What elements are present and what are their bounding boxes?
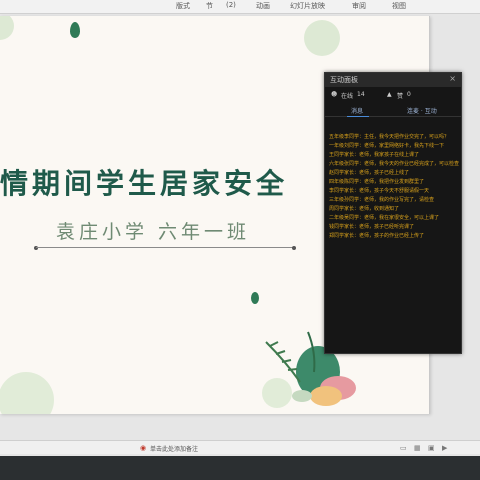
decor-circle-top-left xyxy=(0,16,14,40)
message-item: 六年级张同学：老师，我今天的作业已经完成了，可以检查 xyxy=(329,161,460,167)
decor-circle-top-right xyxy=(304,20,340,56)
user-icon: ☻ xyxy=(331,91,338,98)
message-item: 四年级陈同学：老师，我把作业发到群里了 xyxy=(329,179,425,185)
notes-button[interactable]: 单击此处添加备注 xyxy=(150,444,198,453)
message-item: 二年级吴同学：老师，我在家很安全，可以上课了 xyxy=(329,215,440,221)
tab-messages[interactable]: 消息 xyxy=(351,106,363,115)
interaction-panel: 互动面板 × ☻ 在线 14 ▲ 赞 0 消息 连麦 · 互动 五年级李同学：主… xyxy=(324,72,462,354)
ribbon-tab-view[interactable]: 视图 xyxy=(392,1,406,11)
ribbon-tab-slideshow[interactable]: 幻灯片放映 xyxy=(290,1,325,11)
online-label: 在线 xyxy=(341,93,354,100)
message-item: 李同学家长：老师，孩子今天不舒服请假一天 xyxy=(329,188,430,194)
ribbon-toolbar: 版式 节 (2) 动画 幻灯片放映 审阅 视图 xyxy=(0,0,480,14)
play-icon[interactable]: ▶ xyxy=(442,444,447,452)
likes-label: 赞 xyxy=(397,93,404,100)
panel-title: 互动面板 xyxy=(330,76,358,84)
panel-stats: ☻ 在线 14 ▲ 赞 0 xyxy=(325,87,461,103)
divider-dot-right xyxy=(292,246,296,250)
thumbs-up-icon: ▲ xyxy=(387,91,392,98)
taskbar xyxy=(0,456,480,480)
tab-interact[interactable]: 连麦 · 互动 xyxy=(407,106,437,115)
message-item: 三年级孙同学：老师，我的作业写完了，请检查 xyxy=(329,197,435,203)
sorter-view-icon[interactable]: ▦ xyxy=(414,444,421,452)
message-item: 王同学家长：老师，我家孩子在线上课了 xyxy=(329,152,420,158)
panel-header: 互动面板 × xyxy=(325,73,461,87)
status-bar: ◉ 单击此处添加备注 ▭ ▦ ▣ ▶ xyxy=(0,440,480,454)
message-item: 赵同学家长：老师，孩子已经上线了 xyxy=(329,170,410,176)
message-item: 五年级李同学：主任，我今天把作业交完了，可以吗？ xyxy=(329,134,450,140)
notes-icon: ◉ xyxy=(140,444,147,452)
decor-leaf-mid xyxy=(251,292,259,304)
active-tab-indicator xyxy=(347,116,369,117)
slide-title: 情期间学生居家安全 xyxy=(0,167,289,200)
reading-view-icon[interactable]: ▣ xyxy=(428,444,435,452)
message-list[interactable]: 五年级李同学：主任，我今天把作业交完了，可以吗？ 一年级刘同学：老师，家里网络好… xyxy=(329,133,459,241)
message-item: 钱同学家长：老师，孩子已经听完课了 xyxy=(329,224,415,230)
ribbon-tab-section[interactable]: 节 xyxy=(206,1,213,11)
close-icon[interactable]: × xyxy=(449,74,456,83)
online-count: 14 xyxy=(357,91,365,98)
normal-view-icon[interactable]: ▭ xyxy=(400,444,407,452)
decor-leaf-top xyxy=(70,22,80,38)
presentation-window: 版式 节 (2) 动画 幻灯片放映 审阅 视图 情期间学生居家安全 袁庄小学 六… xyxy=(0,0,480,480)
message-item: 郑同学家长：老师，孩子的作业已经上传了 xyxy=(329,233,425,239)
ribbon-tab-review[interactable]: 审阅 xyxy=(352,1,366,11)
ribbon-tab-animation[interactable]: 动画 xyxy=(256,1,270,11)
ribbon-tab-page[interactable]: (2) xyxy=(226,1,236,9)
message-item: 周同学家长：老师，收到通知了 xyxy=(329,206,400,212)
message-item: 一年级刘同学：老师，家里网络好卡，我先下线一下 xyxy=(329,143,445,149)
slide-subtitle: 袁庄小学 六年一班 xyxy=(56,221,251,243)
slide-divider xyxy=(36,247,294,248)
panel-tabs: 消息 连麦 · 互动 xyxy=(325,103,461,117)
decor-circle-bottom-left xyxy=(0,372,54,414)
likes-count: 0 xyxy=(407,91,411,98)
ribbon-tab-layout[interactable]: 版式 xyxy=(176,1,190,11)
